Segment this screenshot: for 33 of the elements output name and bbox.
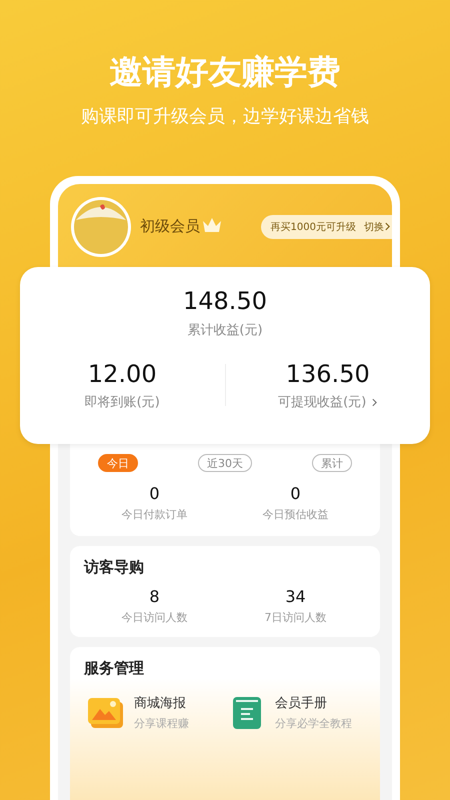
total-earnings: 148.50 xyxy=(183,286,267,317)
withdrawable-link[interactable]: 可提现收益(元) xyxy=(278,393,378,411)
stat-label: 今日预估收益 xyxy=(262,507,328,522)
stat-value: 0 xyxy=(149,484,160,503)
service-subtitle: 分享必学全教程 xyxy=(275,716,352,731)
pending-label: 即将到账(元) xyxy=(84,394,160,411)
stat-label: 7日访问人数 xyxy=(264,610,326,625)
subheadline: 购课即可升级会员，边学好课边省钱 xyxy=(80,105,370,129)
stat-value: 0 xyxy=(290,484,301,503)
chevron-icon xyxy=(372,398,378,406)
stat-label: 今日付款订单 xyxy=(122,507,188,522)
service-title[interactable]: 会员手册 xyxy=(275,694,352,712)
picture-icon xyxy=(88,696,124,728)
switch-button[interactable]: 切换 xyxy=(364,220,392,234)
period-tab[interactable]: 今日 xyxy=(98,454,138,472)
crown-icon xyxy=(202,216,222,232)
service-subtitle: 分享课程赚 xyxy=(134,716,189,731)
stat-value: 34 xyxy=(285,587,306,606)
headline: 邀请好友赚学费 xyxy=(108,51,342,93)
section-title: 访客导购 xyxy=(84,558,145,577)
period-tab[interactable]: 累计 xyxy=(312,454,352,472)
stat-value: 8 xyxy=(149,587,160,606)
pending-amount: 12.00 xyxy=(88,359,157,389)
stat-label: 今日访问人数 xyxy=(122,610,188,625)
upgrade-hint: 再买1000元可升级 xyxy=(270,220,356,234)
section-title: 服务管理 xyxy=(84,659,145,678)
total-earnings-label: 累计收益(元) xyxy=(187,322,263,339)
period-tab[interactable]: 近30天 xyxy=(198,454,252,472)
member-level: 初级会员 xyxy=(140,217,200,236)
withdrawable-amount: 136.50 xyxy=(286,359,370,389)
avatar-icon xyxy=(70,196,132,258)
service-title[interactable]: 商城海报 xyxy=(134,694,189,712)
chevron-icon xyxy=(385,222,390,231)
